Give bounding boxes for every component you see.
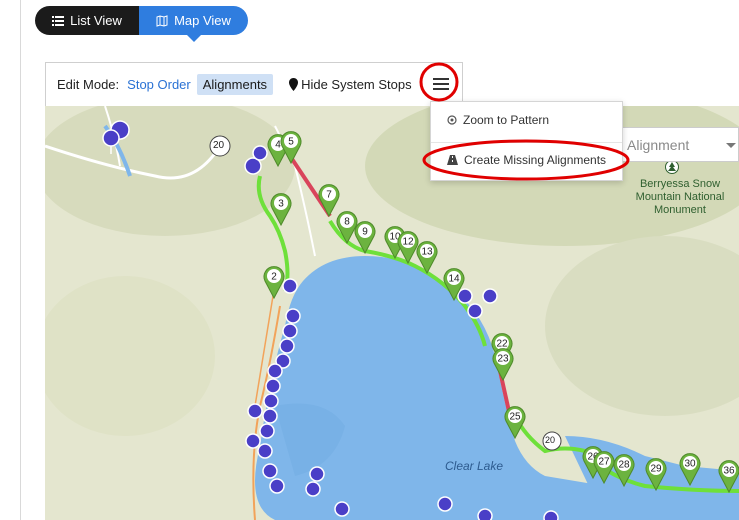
pattern-stop-label: 36 xyxy=(723,466,735,477)
hide-system-stops-toggle[interactable]: Hide System Stops xyxy=(289,77,412,92)
list-view-button[interactable]: List View xyxy=(35,6,139,35)
menu-divider xyxy=(431,142,622,143)
pattern-stop-label: 27 xyxy=(598,457,610,468)
create-missing-alignments-label: Create Missing Alignments xyxy=(464,153,607,167)
map-options-menu: Zoom to Pattern Create Missing Alignment… xyxy=(430,101,623,181)
pattern-stop-label: 22 xyxy=(496,339,508,350)
list-icon xyxy=(52,15,65,26)
pattern-stop-marker[interactable]: 12 xyxy=(397,231,419,265)
pattern-stop-label: 2 xyxy=(271,272,277,283)
stop-order-button[interactable]: Stop Order xyxy=(127,77,191,92)
pattern-stop-label: 23 xyxy=(497,354,509,365)
pattern-stop-marker[interactable]: 28 xyxy=(613,454,635,488)
map-canvas[interactable]: 20 20 Berryessa Snow Mountain National M… xyxy=(45,106,739,520)
list-view-label: List View xyxy=(70,13,122,28)
pattern-stop-label: 25 xyxy=(509,412,521,423)
pattern-stop-marker[interactable]: 23 xyxy=(492,348,514,382)
pattern-stop-label: 7 xyxy=(326,190,332,201)
pattern-stop-marker[interactable]: 5 xyxy=(280,131,302,165)
map-view-button[interactable]: Map View xyxy=(139,6,248,42)
hide-system-stops-label: Hide System Stops xyxy=(301,77,412,92)
alignment-select-value: Alignment xyxy=(627,136,690,153)
pattern-stops-layer: 234 5789 10 12131422232526 27 28 29 3036 xyxy=(263,131,739,494)
pattern-stop-marker[interactable]: 13 xyxy=(416,241,438,275)
pattern-stop-marker[interactable]: 8 xyxy=(336,211,358,245)
hamburger-menu-icon[interactable] xyxy=(430,73,452,95)
chevron-down-icon xyxy=(726,143,736,148)
pattern-stop-marker[interactable]: 9 xyxy=(354,221,376,255)
page-left-border xyxy=(20,0,21,520)
pattern-stop-marker[interactable]: 30 xyxy=(679,453,701,487)
pattern-stop-marker[interactable]: 3 xyxy=(270,193,292,227)
pattern-stop-label: 28 xyxy=(618,460,630,471)
pattern-stop-marker[interactable]: 29 xyxy=(645,458,667,492)
pattern-stop-label: 14 xyxy=(448,274,460,285)
map-view-label: Map View xyxy=(174,13,231,28)
pattern-stop-label: 9 xyxy=(362,227,368,238)
pattern-stop-marker[interactable]: 14 xyxy=(443,268,465,302)
alignments-button[interactable]: Alignments xyxy=(196,74,274,95)
edit-mode-label: Edit Mode: xyxy=(57,77,120,92)
alignment-select[interactable]: Alignment xyxy=(621,127,739,162)
map-icon xyxy=(156,14,168,27)
pattern-stop-marker[interactable]: 7 xyxy=(318,184,340,218)
pattern-stop-label: 29 xyxy=(650,464,662,475)
pattern-stop-label: 8 xyxy=(344,217,350,228)
pattern-stop-marker[interactable]: 27 xyxy=(593,451,615,485)
create-missing-alignments-item[interactable]: Create Missing Alignments xyxy=(431,153,638,167)
pattern-stop-marker[interactable]: 25 xyxy=(504,406,526,440)
road-icon xyxy=(447,155,458,165)
pattern-stop-marker[interactable]: 36 xyxy=(718,460,739,494)
pattern-stop-label: 12 xyxy=(402,237,414,248)
pattern-stop-marker[interactable]: 2 xyxy=(263,266,285,300)
target-icon xyxy=(447,115,457,125)
pattern-stop-label: 3 xyxy=(278,199,284,210)
pattern-stop-label: 30 xyxy=(684,459,696,470)
view-toggle: List View Map View xyxy=(35,6,248,42)
pattern-stop-label: 13 xyxy=(421,247,433,258)
pattern-stop-label: 5 xyxy=(288,137,294,148)
map-toolbar: Edit Mode: Stop Order Alignments Hide Sy… xyxy=(45,62,463,106)
map-marker-icon xyxy=(289,78,299,91)
pattern-stop-label: 4 xyxy=(275,140,281,151)
zoom-to-pattern-label: Zoom to Pattern xyxy=(463,113,550,127)
zoom-to-pattern-item[interactable]: Zoom to Pattern xyxy=(431,113,638,127)
